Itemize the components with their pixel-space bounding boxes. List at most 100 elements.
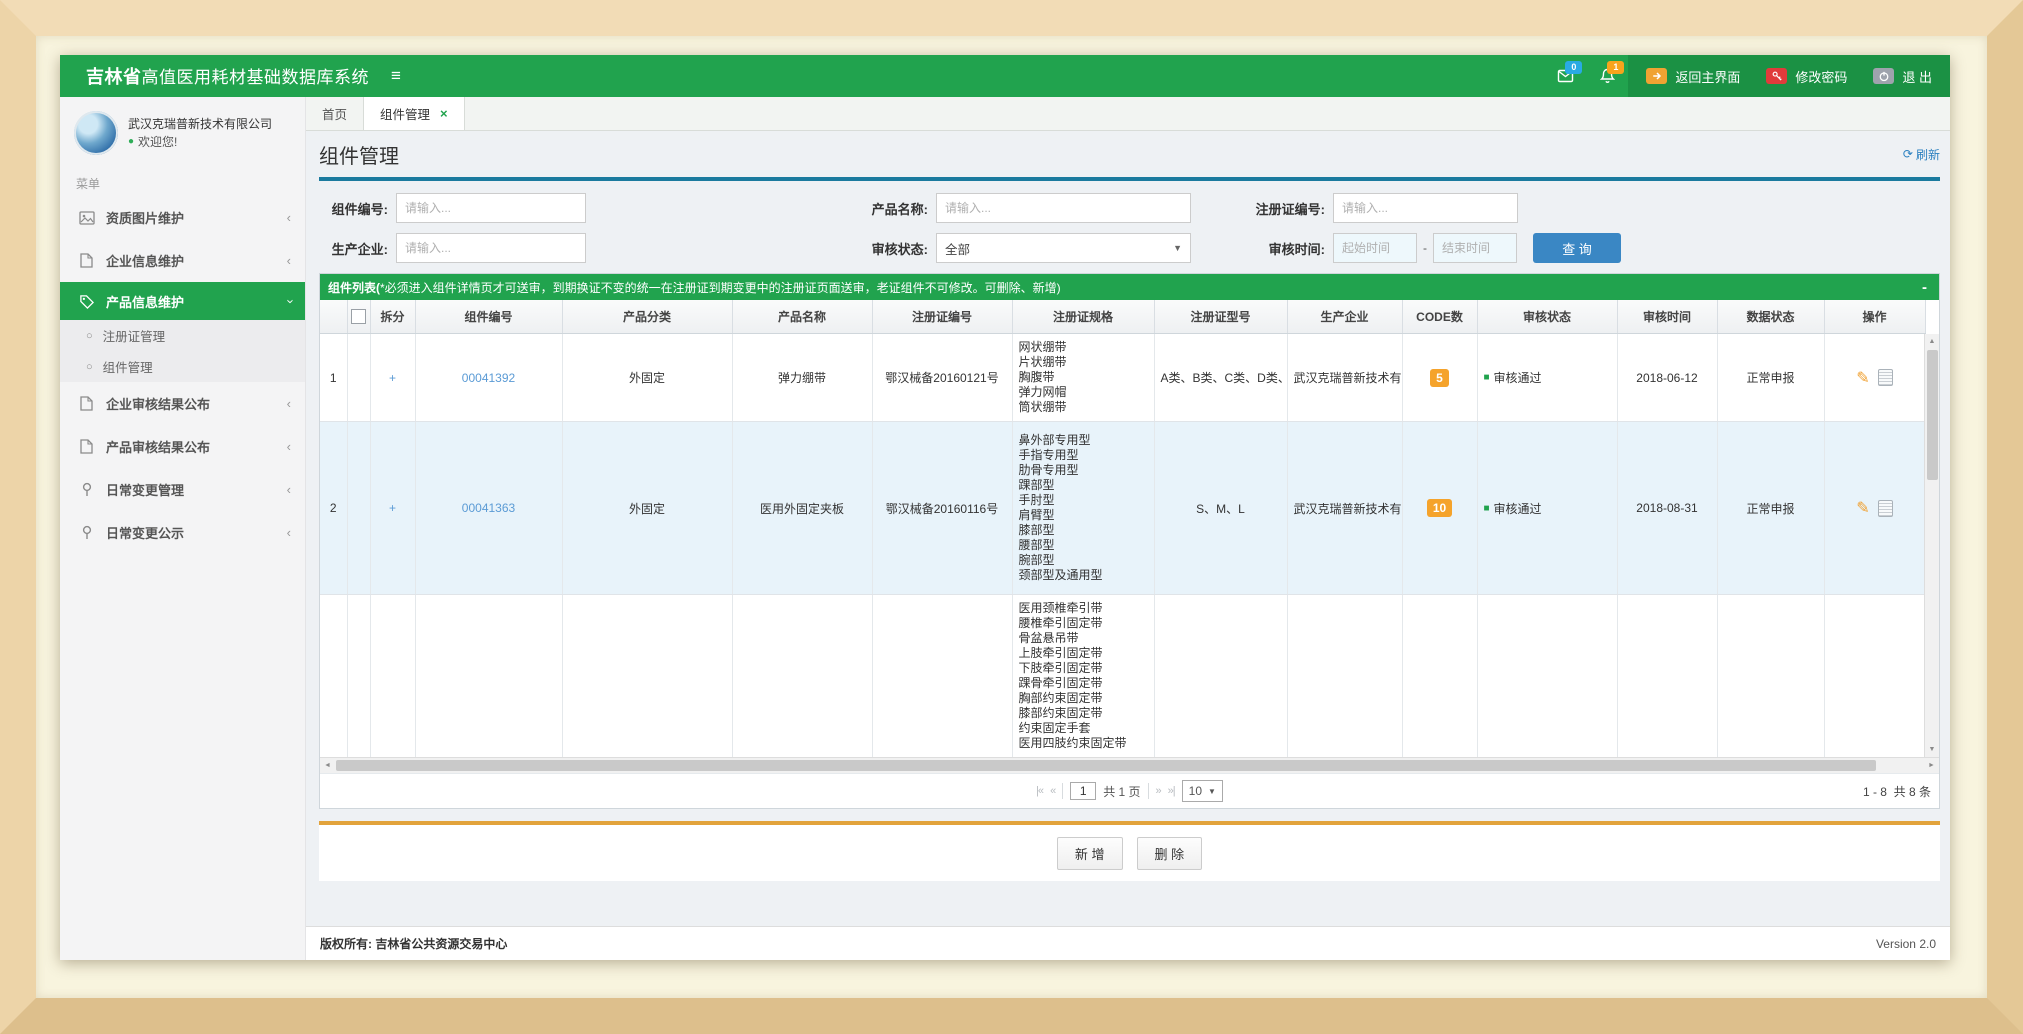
online-dot-icon: ●	[128, 133, 134, 151]
sidebar-subitem-cert-management[interactable]: ○ 注册证管理	[60, 320, 305, 351]
product-name-cell: 弹力绷带	[732, 334, 872, 422]
horizontal-scrollbar[interactable]: ◄ ►	[320, 757, 1939, 773]
return-main-button[interactable]: 返回主界面	[1646, 67, 1740, 86]
row-checkbox-cell	[347, 334, 370, 422]
audit-status-cell: 审核通过	[1494, 369, 1542, 386]
sidebar-item-daily-change-management[interactable]: 日常变更管理 ‹	[60, 468, 305, 511]
split-expand-link[interactable]: +	[389, 501, 396, 515]
cert-no-input[interactable]	[1333, 193, 1518, 223]
horizontal-scroll-thumb[interactable]	[336, 760, 1876, 771]
sidebar-item-qualification-images[interactable]: 资质图片维护 ‹	[60, 196, 305, 239]
split-expand-link[interactable]: +	[389, 371, 396, 385]
code-count-cell	[1402, 595, 1477, 758]
welcome-text: 欢迎您!	[138, 133, 177, 151]
page-number-input[interactable]	[1070, 782, 1096, 800]
change-password-button[interactable]: 修改密码	[1766, 67, 1847, 86]
component-no-link[interactable]: 00041363	[462, 501, 515, 515]
sidebar-item-company-info[interactable]: 企业信息维护 ‹	[60, 239, 305, 282]
scroll-left-icon[interactable]: ◄	[320, 758, 335, 773]
sidebar-item-product-info[interactable]: 产品信息维护 ‹	[60, 282, 305, 320]
first-page-button[interactable]: |«	[1036, 785, 1043, 797]
mail-button[interactable]: 0	[1544, 55, 1586, 97]
component-no-link[interactable]: 00041392	[462, 371, 515, 385]
logout-button[interactable]: 退 出	[1873, 67, 1932, 86]
audit-status-label: 审核状态:	[824, 239, 936, 258]
cert-model-cell: S、M、L	[1154, 422, 1287, 595]
sidebar-item-label: 日常变更公示	[106, 523, 276, 542]
prev-page-button[interactable]: «	[1050, 785, 1055, 797]
search-button[interactable]: 查 询	[1533, 233, 1621, 263]
footer: 版权所有: 吉林省公共资源交易中心 Version 2.0	[306, 926, 1950, 960]
sidebar-item-company-audit-results[interactable]: 企业审核结果公布 ‹	[60, 382, 305, 425]
row-number	[320, 595, 347, 758]
data-status-cell: 正常申报	[1717, 334, 1824, 422]
tab-home[interactable]: 首页	[306, 97, 364, 130]
manufacturer-cell	[1287, 595, 1402, 758]
data-status-cell: 正常申报	[1717, 422, 1824, 595]
sidebar-subitem-component-management[interactable]: ○ 组件管理	[60, 351, 305, 382]
chevron-left-icon: ‹	[287, 439, 291, 454]
list-note: *必须进入组件详情页才可送审，到期换证不变的统一在注册证到期变更中的注册证页面送…	[380, 279, 1061, 296]
refresh-button[interactable]: ⟳ 刷新	[1903, 146, 1940, 163]
key-icon	[1766, 68, 1787, 84]
col-cert-spec: 注册证规格	[1012, 300, 1154, 334]
delete-button[interactable]: 删 除	[1137, 837, 1203, 870]
audit-time-cell: 2018-06-12	[1617, 334, 1717, 422]
page-size-value: 10	[1189, 784, 1202, 798]
range-text: 1 - 8	[1863, 785, 1887, 799]
edit-pencil-icon[interactable]: ✎	[1856, 368, 1869, 388]
page-size-select[interactable]: 10 ▼	[1182, 780, 1223, 802]
scroll-up-icon[interactable]: ▲	[1925, 334, 1939, 349]
row-number-header	[320, 300, 347, 334]
bottom-action-bar: 新 增 删 除	[319, 825, 1940, 881]
manufacturer-label: 生产企业:	[319, 239, 396, 258]
sidebar-item-daily-change-publicity[interactable]: 日常变更公示 ‹	[60, 511, 305, 554]
scroll-down-icon[interactable]: ▼	[1925, 742, 1939, 757]
col-cert-model: 注册证型号	[1154, 300, 1287, 334]
scroll-right-icon[interactable]: ►	[1924, 758, 1939, 773]
total-pages-label: 共 1 页	[1103, 783, 1140, 800]
vertical-scrollbar[interactable]: ▲ ▼	[1924, 334, 1939, 757]
col-cert-no: 注册证编号	[872, 300, 1012, 334]
add-button[interactable]: 新 增	[1057, 837, 1123, 870]
row-number: 1	[320, 334, 347, 422]
tab-bar: 首页 组件管理 ×	[306, 97, 1950, 131]
col-audit-time: 审核时间	[1617, 300, 1717, 334]
notification-button[interactable]: 1	[1586, 55, 1628, 97]
product-name-label: 产品名称:	[824, 199, 936, 218]
sidebar-item-label: 企业信息维护	[106, 251, 276, 270]
manufacturer-input[interactable]	[396, 233, 586, 263]
product-name-input[interactable]	[936, 193, 1191, 223]
detail-doc-icon[interactable]	[1878, 369, 1893, 386]
tab-component-management[interactable]: 组件管理 ×	[364, 97, 465, 130]
edit-pencil-icon[interactable]: ✎	[1856, 498, 1869, 518]
chevron-left-icon: ‹	[287, 525, 291, 540]
status-square-icon: ■	[1484, 372, 1490, 383]
sidebar-item-product-audit-results[interactable]: 产品审核结果公布 ‹	[60, 425, 305, 468]
hamburger-icon[interactable]: ≡	[391, 66, 401, 86]
component-no-input[interactable]	[396, 193, 586, 223]
chevron-left-icon: ‹	[287, 482, 291, 497]
caret-down-icon: ▼	[1173, 243, 1182, 253]
table-row: 1 + 00041392 外固定 弹力绷带 鄂汉械备20160121号 网状绷带…	[320, 334, 1925, 422]
col-audit-status: 审核状态	[1477, 300, 1617, 334]
cert-model-cell	[1154, 595, 1287, 758]
frame-mat: 吉林省高值医用耗材基础数据库系统 ≡ 0 1	[36, 36, 1987, 998]
audit-time-cell: 2018-08-31	[1617, 422, 1717, 595]
select-all-checkbox[interactable]	[351, 309, 366, 324]
tab-close-icon[interactable]: ×	[440, 106, 448, 121]
sidebar-item-label: 日常变更管理	[106, 480, 276, 499]
detail-doc-icon[interactable]	[1878, 500, 1893, 517]
file-icon	[78, 439, 95, 454]
collapse-button[interactable]: -	[1918, 279, 1931, 296]
component-table: 拆分 组件编号 产品分类 产品名称 注册证编号 注册证规格 注册证型号 生产企业…	[320, 300, 1926, 757]
audit-time-start-input[interactable]	[1333, 233, 1417, 263]
audit-status-select[interactable]: 全部 ▼	[936, 233, 1191, 263]
last-page-button[interactable]: »|	[1168, 785, 1175, 797]
pager-separator	[1062, 783, 1063, 799]
next-page-button[interactable]: »	[1156, 785, 1161, 797]
vertical-scroll-thumb[interactable]	[1927, 350, 1938, 480]
avatar[interactable]	[74, 111, 118, 155]
sidebar-item-label: 企业审核结果公布	[106, 394, 276, 413]
audit-time-end-input[interactable]	[1433, 233, 1517, 263]
